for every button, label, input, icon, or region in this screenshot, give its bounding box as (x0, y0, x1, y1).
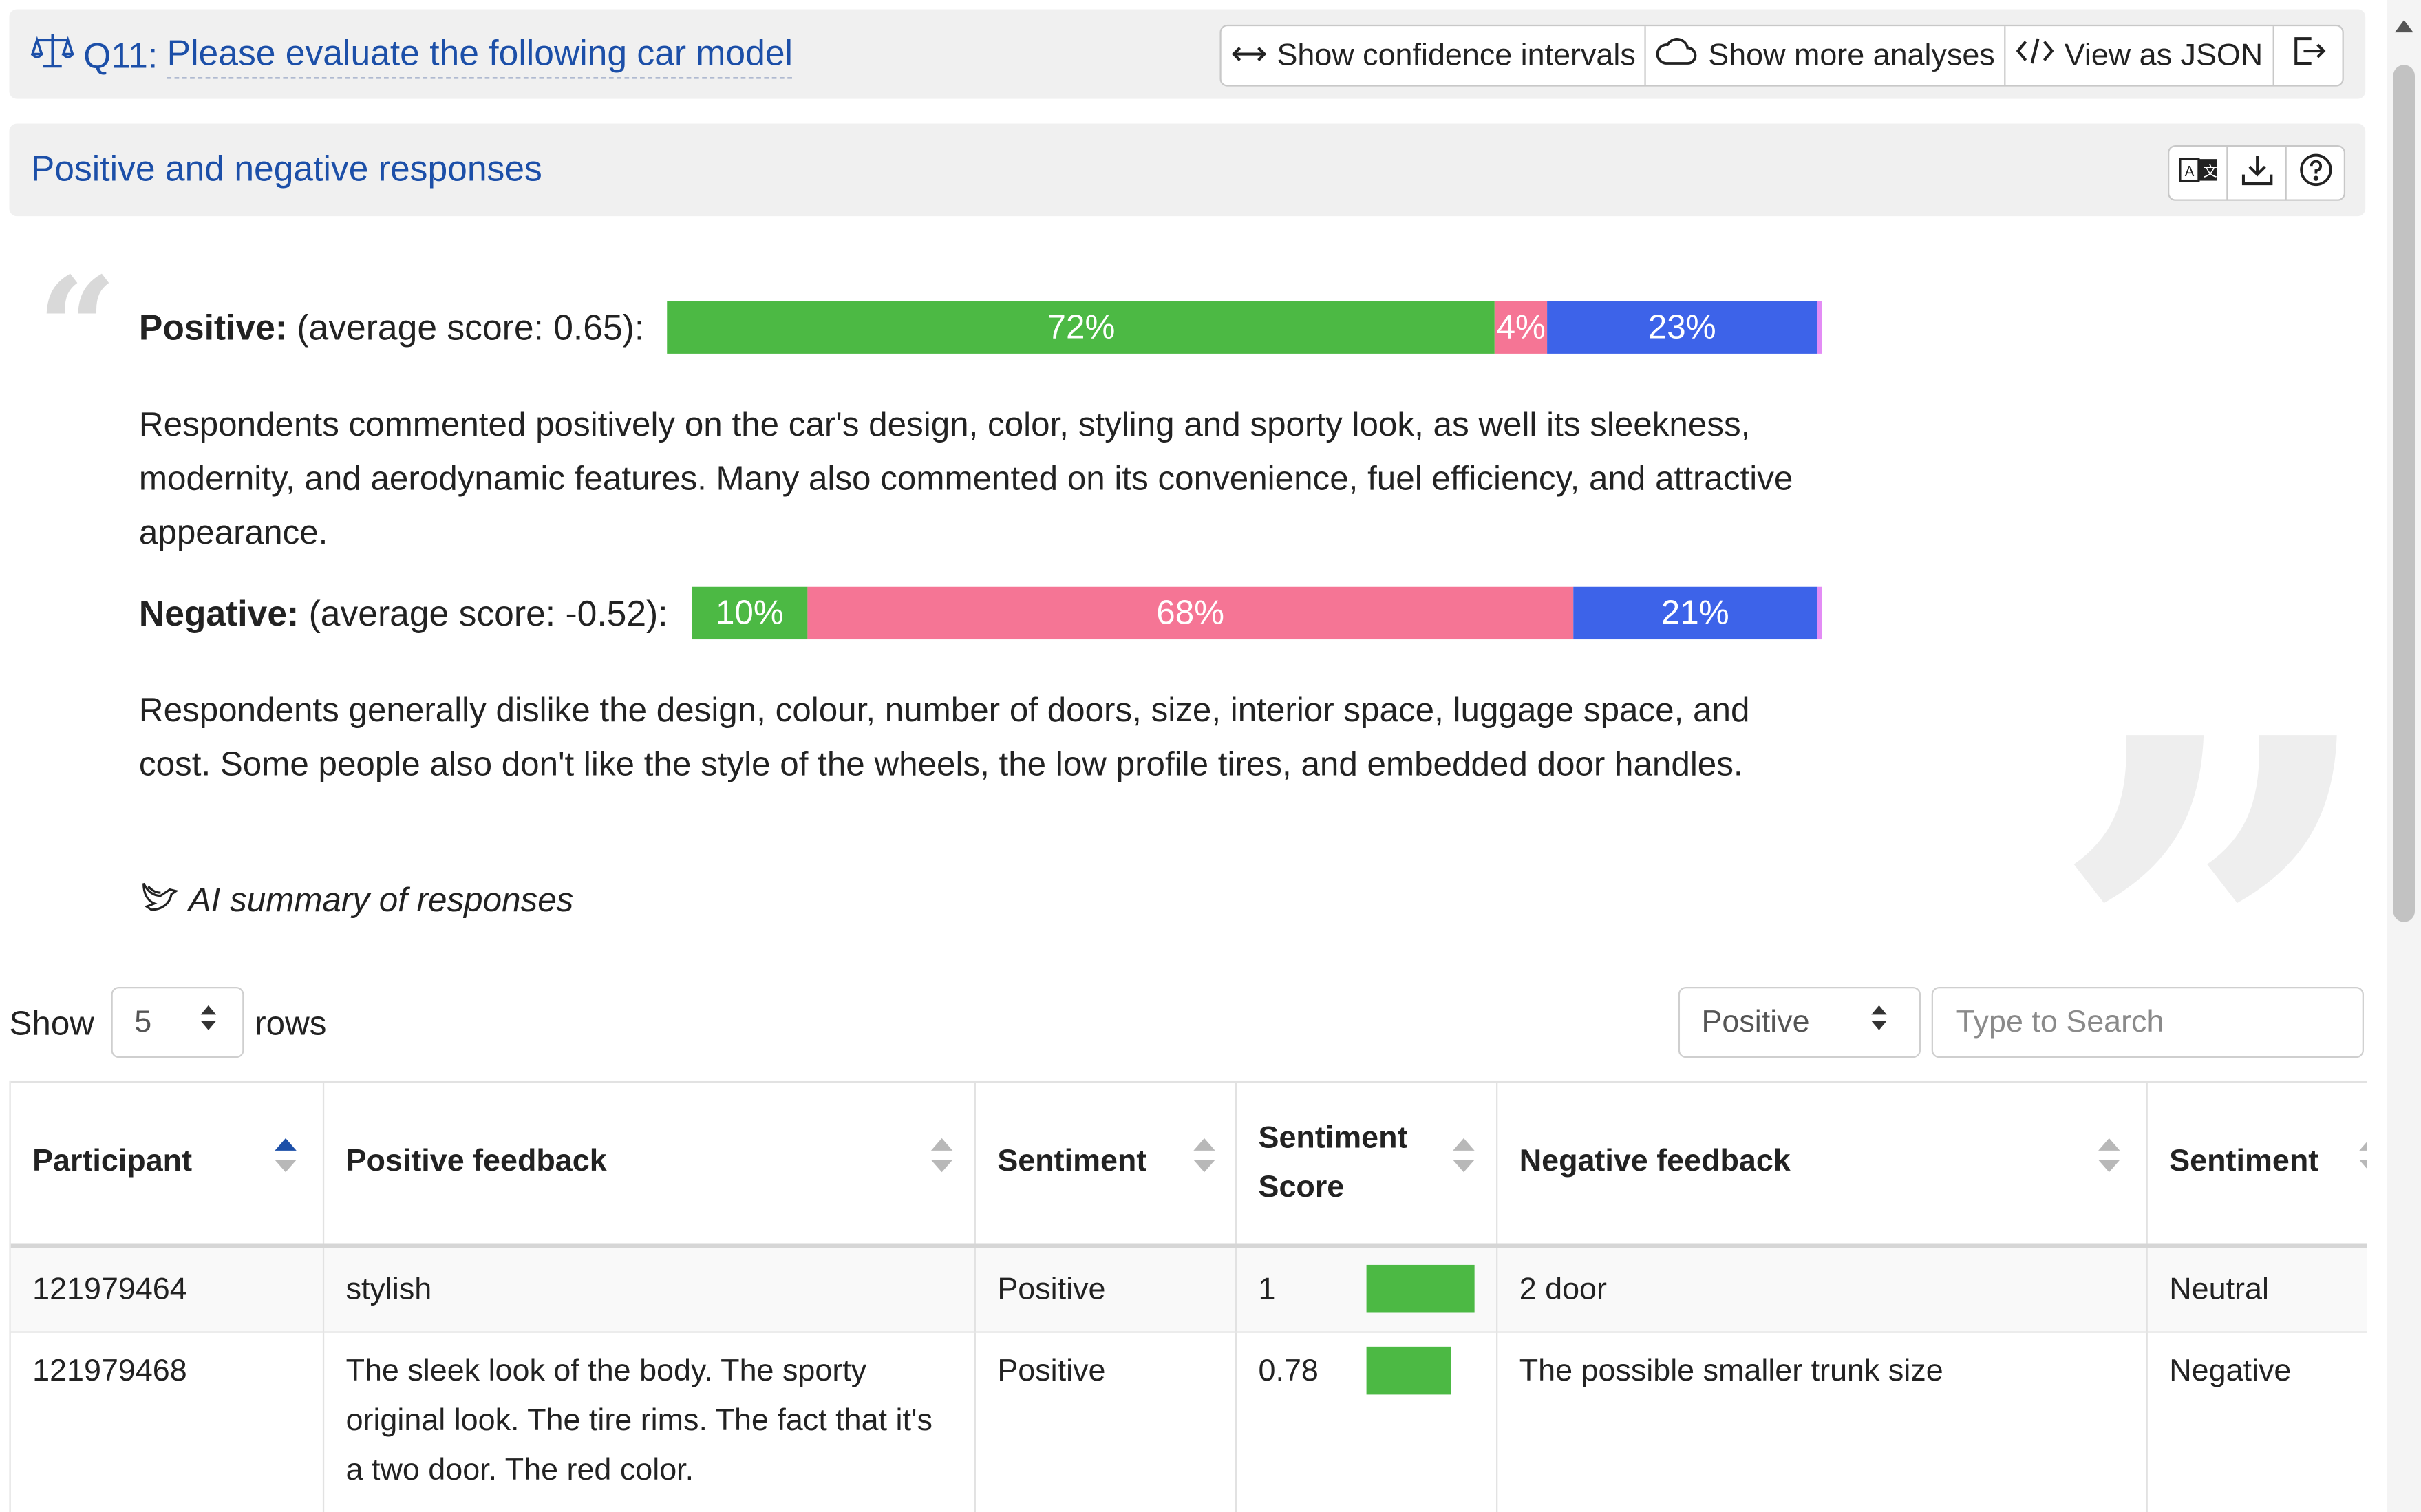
column-header-sentiment-score[interactable]: Sentiment Score (1237, 1080, 1498, 1244)
sort-icon (1451, 1137, 1476, 1174)
select-arrows-icon (199, 1002, 217, 1042)
export-icon (2289, 32, 2326, 78)
negative-segment: 10% (692, 586, 808, 640)
show-confidence-intervals-label: Show confidence intervals (1277, 37, 1636, 72)
positive-label: Positive: (average score: 0.65): (138, 307, 645, 348)
negative-label: Negative: (average score: -0.52): (138, 593, 668, 634)
sort-icon (2358, 1137, 2367, 1174)
download-icon (2239, 152, 2273, 194)
negative-feedback-cell: The possible smaller trunk size (1497, 1332, 2148, 1512)
scales-icon (30, 31, 74, 81)
help-button[interactable] (2287, 147, 2344, 199)
sentiment-cell: Positive (976, 1332, 1237, 1512)
sentiment-cell: Positive (976, 1248, 1237, 1332)
positive-feedback-cell: stylish (324, 1248, 976, 1332)
section-title: Positive and negative responses (30, 148, 542, 189)
responses-table: Participant Positive feedback Sentiment … (9, 1080, 2367, 1512)
negative-sentiment-bar: 10% 68% 21% (692, 586, 1822, 640)
section-tools: A文 (2168, 145, 2346, 201)
sentiment-score-bar (1366, 1346, 1451, 1395)
sentiment-score-value: 1 (1258, 1273, 1276, 1307)
select-arrows-icon (1870, 1002, 1888, 1042)
header-button-group: Show confidence intervals Show more anal… (1219, 24, 2343, 87)
column-header-negative-feedback[interactable]: Negative feedback (1497, 1080, 2148, 1244)
negative-sentiment-cell: Neutral (2169, 1273, 2269, 1307)
sentiment-filter-value: Positive (1701, 1004, 1810, 1039)
question-number: Q11: (83, 34, 158, 75)
svg-text:A: A (2184, 162, 2194, 179)
positive-segment: 23% (1546, 301, 1817, 354)
sentiment-filter-select[interactable]: Positive (1678, 986, 1921, 1058)
show-more-analyses-label: Show more analyses (1708, 37, 1995, 72)
question-title: Q11: Please evaluate the following car m… (30, 31, 793, 81)
search-placeholder: Type to Search (1956, 1004, 2164, 1039)
column-header-negative-sentiment[interactable]: Sentiment (2148, 1081, 2367, 1244)
participant-cell: 121979464 (11, 1248, 325, 1332)
rows-per-page-select[interactable]: 5 (111, 986, 244, 1058)
question-text[interactable]: Please evaluate the following car model (167, 32, 793, 79)
column-header-positive-feedback[interactable]: Positive feedback (324, 1080, 976, 1244)
ai-summary-note: AI summary of responses (139, 877, 573, 924)
code-icon (2015, 36, 2055, 76)
bird-icon (139, 877, 179, 924)
help-icon (2299, 152, 2332, 194)
view-as-json-button[interactable]: View as JSON (2005, 26, 2274, 85)
sentiment-score-cell: 1 (1237, 1248, 1498, 1332)
rows-label: rows (255, 1003, 327, 1043)
positive-sentiment-bar: 72% 4% 23% (667, 301, 1822, 354)
show-label: Show (9, 1003, 94, 1043)
sort-icon (2097, 1137, 2122, 1174)
rows-per-page-value: 5 (134, 1004, 152, 1039)
show-confidence-intervals-button[interactable]: Show confidence intervals (1222, 26, 1647, 85)
open-quote-icon: “ (36, 247, 118, 411)
positive-summary: Respondents commented positively on the … (138, 404, 1793, 552)
positive-segment: 72% (667, 301, 1495, 354)
negative-summary: Respondents generally dislike the design… (138, 690, 1750, 783)
search-input[interactable]: Type to Search (1931, 986, 2364, 1058)
svg-text:文: 文 (2202, 162, 2216, 179)
positive-segment: 4% (1495, 301, 1547, 354)
column-header-participant[interactable]: Participant (11, 1080, 325, 1244)
show-more-analyses-button[interactable]: Show more analyses (1646, 26, 2006, 85)
sort-icon (930, 1137, 954, 1174)
negative-segment: 68% (807, 586, 1573, 640)
view-as-json-label: View as JSON (2064, 37, 2263, 72)
sentiment-score-bar (1366, 1264, 1475, 1313)
scroll-up-icon[interactable] (2391, 15, 2416, 43)
scrollbar-thumb[interactable] (2393, 65, 2415, 922)
sort-icon (1192, 1137, 1217, 1174)
negative-sentiment-cell: Negative (2169, 1354, 2292, 1389)
sentiment-score-value: 0.78 (1258, 1354, 1319, 1389)
cloud-icon (1656, 36, 1699, 76)
arrows-horizontal-icon (1230, 38, 1268, 74)
sentiment-score-cell: 0.78 (1237, 1332, 1498, 1512)
export-button[interactable] (2274, 26, 2342, 85)
negative-segment: 21% (1572, 586, 1817, 640)
translate-icon: A文 (2178, 156, 2218, 191)
negative-feedback-cell: 2 door (1497, 1248, 2148, 1332)
participant-cell: 121979468 (11, 1332, 325, 1512)
positive-feedback-cell: The sleek look of the body. The sporty o… (324, 1332, 976, 1512)
download-button[interactable] (2228, 147, 2287, 200)
column-header-sentiment[interactable]: Sentiment (976, 1080, 1237, 1244)
translate-button[interactable]: A文 (2169, 147, 2228, 200)
sort-ascending-icon (273, 1137, 298, 1174)
